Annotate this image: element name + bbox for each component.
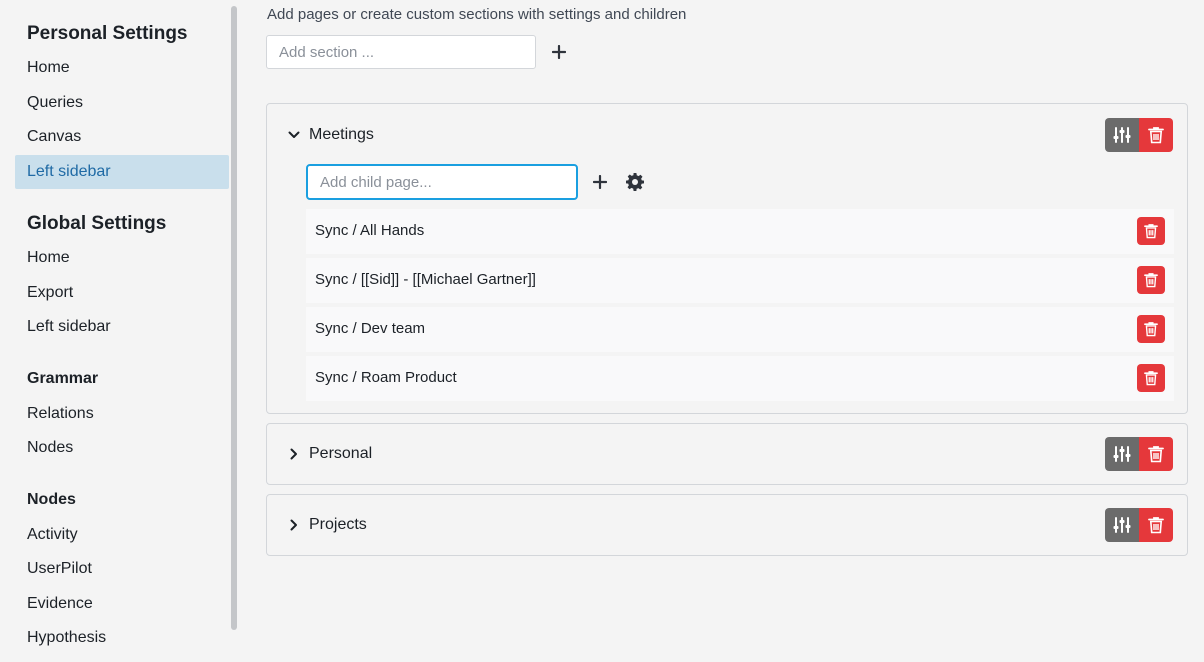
sidebar-item-export[interactable]: Export [15, 276, 229, 310]
sidebar-item-grammar-nodes[interactable]: Nodes [15, 431, 229, 465]
sidebar-scrollbar[interactable] [231, 6, 237, 630]
child-page-label[interactable]: Sync / [[Sid]] - [[Michael Gartner]] [315, 271, 536, 288]
sidebar-item-global-left-sidebar[interactable]: Left sidebar [15, 310, 229, 344]
section-title[interactable]: Meetings [309, 126, 374, 144]
delete-child-button[interactable] [1137, 266, 1165, 294]
nodes-heading: Nodes [27, 491, 76, 508]
sliders-icon [1113, 446, 1131, 462]
chevron-right-icon[interactable] [287, 518, 301, 532]
sidebar-item-queries[interactable]: Queries [15, 86, 229, 120]
personal-settings-heading: Personal Settings [27, 23, 188, 44]
trash-icon [1144, 224, 1158, 239]
trash-icon [1148, 517, 1164, 534]
gear-icon [626, 173, 644, 191]
section-title[interactable]: Projects [309, 516, 367, 534]
sidebar-item-global-home[interactable]: Home [15, 241, 229, 275]
child-page-row: Sync / [[Sid]] - [[Michael Gartner]] [306, 258, 1174, 303]
delete-section-button[interactable] [1139, 437, 1173, 471]
trash-icon [1144, 371, 1158, 386]
add-child-page-input[interactable] [306, 164, 578, 200]
section-personal: Personal [266, 423, 1188, 485]
sidebar-scrollbar-thumb[interactable] [231, 6, 237, 630]
add-section-button[interactable] [547, 40, 571, 64]
trash-icon [1148, 446, 1164, 463]
section-title[interactable]: Personal [309, 445, 372, 463]
child-page-label[interactable]: Sync / All Hands [315, 222, 424, 239]
section-settings-button[interactable] [1105, 437, 1139, 471]
sidebar-item-hypothesis[interactable]: Hypothesis [15, 621, 229, 655]
sidebar-item-canvas[interactable]: Canvas [15, 120, 229, 154]
main-panel: Add pages or create custom sections with… [266, 0, 1188, 662]
child-page-row: Sync / Dev team [306, 307, 1174, 352]
trash-icon [1144, 322, 1158, 337]
child-page-row: Sync / Roam Product [306, 356, 1174, 401]
child-settings-button[interactable] [623, 170, 647, 194]
section-settings-button[interactable] [1105, 118, 1139, 152]
global-settings-heading: Global Settings [27, 213, 167, 234]
delete-child-button[interactable] [1137, 217, 1165, 245]
settings-sidebar: Personal Settings Home Queries Canvas Le… [0, 0, 232, 662]
sidebar-item-userpilot[interactable]: UserPilot [15, 552, 229, 586]
plus-icon [552, 45, 566, 59]
child-page-row: Sync / All Hands [306, 209, 1174, 254]
delete-section-button[interactable] [1139, 118, 1173, 152]
sliders-icon [1113, 517, 1131, 533]
delete-child-button[interactable] [1137, 315, 1165, 343]
sidebar-item-personal-home[interactable]: Home [15, 51, 229, 85]
sidebar-item-personal-left-sidebar[interactable]: Left sidebar [15, 155, 229, 189]
sliders-icon [1113, 127, 1131, 143]
chevron-right-icon[interactable] [287, 447, 301, 461]
add-section-input[interactable] [266, 35, 536, 69]
page-description: Add pages or create custom sections with… [267, 6, 687, 23]
plus-icon [593, 175, 607, 189]
section-projects: Projects [266, 494, 1188, 556]
add-child-page-button[interactable] [588, 170, 612, 194]
chevron-down-icon[interactable] [287, 128, 301, 142]
child-page-label[interactable]: Sync / Roam Product [315, 369, 457, 386]
sidebar-item-relations[interactable]: Relations [15, 397, 229, 431]
sidebar-item-activity[interactable]: Activity [15, 518, 229, 552]
section-meetings: Meetings Sync / All Hands [266, 103, 1188, 414]
delete-child-button[interactable] [1137, 364, 1165, 392]
grammar-heading: Grammar [27, 370, 99, 387]
section-settings-button[interactable] [1105, 508, 1139, 542]
delete-section-button[interactable] [1139, 508, 1173, 542]
trash-icon [1144, 273, 1158, 288]
child-page-label[interactable]: Sync / Dev team [315, 320, 425, 337]
sidebar-item-evidence[interactable]: Evidence [15, 587, 229, 621]
trash-icon [1148, 127, 1164, 144]
